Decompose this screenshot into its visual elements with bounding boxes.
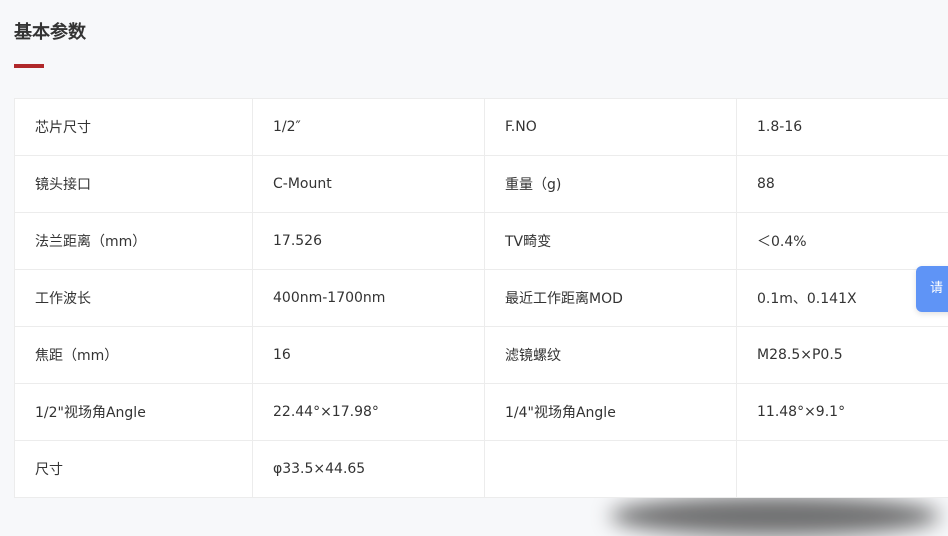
param-label: 1/4"视场角Angle xyxy=(485,384,737,441)
param-label xyxy=(485,441,737,498)
param-label: TV畸变 xyxy=(485,213,737,270)
param-value: ＜0.4% xyxy=(737,213,948,270)
param-value: C-Mount xyxy=(253,156,485,213)
param-label: 焦距（mm） xyxy=(15,327,253,384)
table-row: 焦距（mm） 16 滤镜螺纹 M28.5×P0.5 xyxy=(15,327,948,384)
param-label: 镜头接口 xyxy=(15,156,253,213)
param-label: 重量（g) xyxy=(485,156,737,213)
consult-side-button[interactable]: 请 xyxy=(916,266,948,312)
table-row: 芯片尺寸 1/2″ F.NO 1.8-16 xyxy=(15,99,948,156)
param-label: 芯片尺寸 xyxy=(15,99,253,156)
param-label: 法兰距离（mm） xyxy=(15,213,253,270)
basic-params-table: 芯片尺寸 1/2″ F.NO 1.8-16 镜头接口 C-Mount 重量（g)… xyxy=(14,98,948,498)
param-value: φ33.5×44.65 xyxy=(253,441,485,498)
decorative-shadow xyxy=(610,496,940,536)
param-label: 最近工作距离MOD xyxy=(485,270,737,327)
table-row: 1/2"视场角Angle 22.44°×17.98° 1/4"视场角Angle … xyxy=(15,384,948,441)
param-value: 88 xyxy=(737,156,948,213)
param-label: F.NO xyxy=(485,99,737,156)
param-value: 16 xyxy=(253,327,485,384)
param-label: 尺寸 xyxy=(15,441,253,498)
table-row: 尺寸 φ33.5×44.65 xyxy=(15,441,948,498)
param-label: 工作波长 xyxy=(15,270,253,327)
table-row: 工作波长 400nm-1700nm 最近工作距离MOD 0.1m、0.141X xyxy=(15,270,948,327)
param-label: 1/2"视场角Angle xyxy=(15,384,253,441)
table-row: 法兰距离（mm） 17.526 TV畸变 ＜0.4% xyxy=(15,213,948,270)
param-value: 400nm-1700nm xyxy=(253,270,485,327)
param-value: 17.526 xyxy=(253,213,485,270)
param-label: 滤镜螺纹 xyxy=(485,327,737,384)
param-value: M28.5×P0.5 xyxy=(737,327,948,384)
param-value: 1/2″ xyxy=(253,99,485,156)
table-row: 镜头接口 C-Mount 重量（g) 88 xyxy=(15,156,948,213)
param-value: 11.48°×9.1° xyxy=(737,384,948,441)
param-value: 1.8-16 xyxy=(737,99,948,156)
consult-side-button-label: 请 xyxy=(930,281,943,296)
section-title: 基本参数 xyxy=(14,20,86,46)
param-value: 22.44°×17.98° xyxy=(253,384,485,441)
param-value xyxy=(737,441,948,498)
title-underline xyxy=(14,64,44,68)
